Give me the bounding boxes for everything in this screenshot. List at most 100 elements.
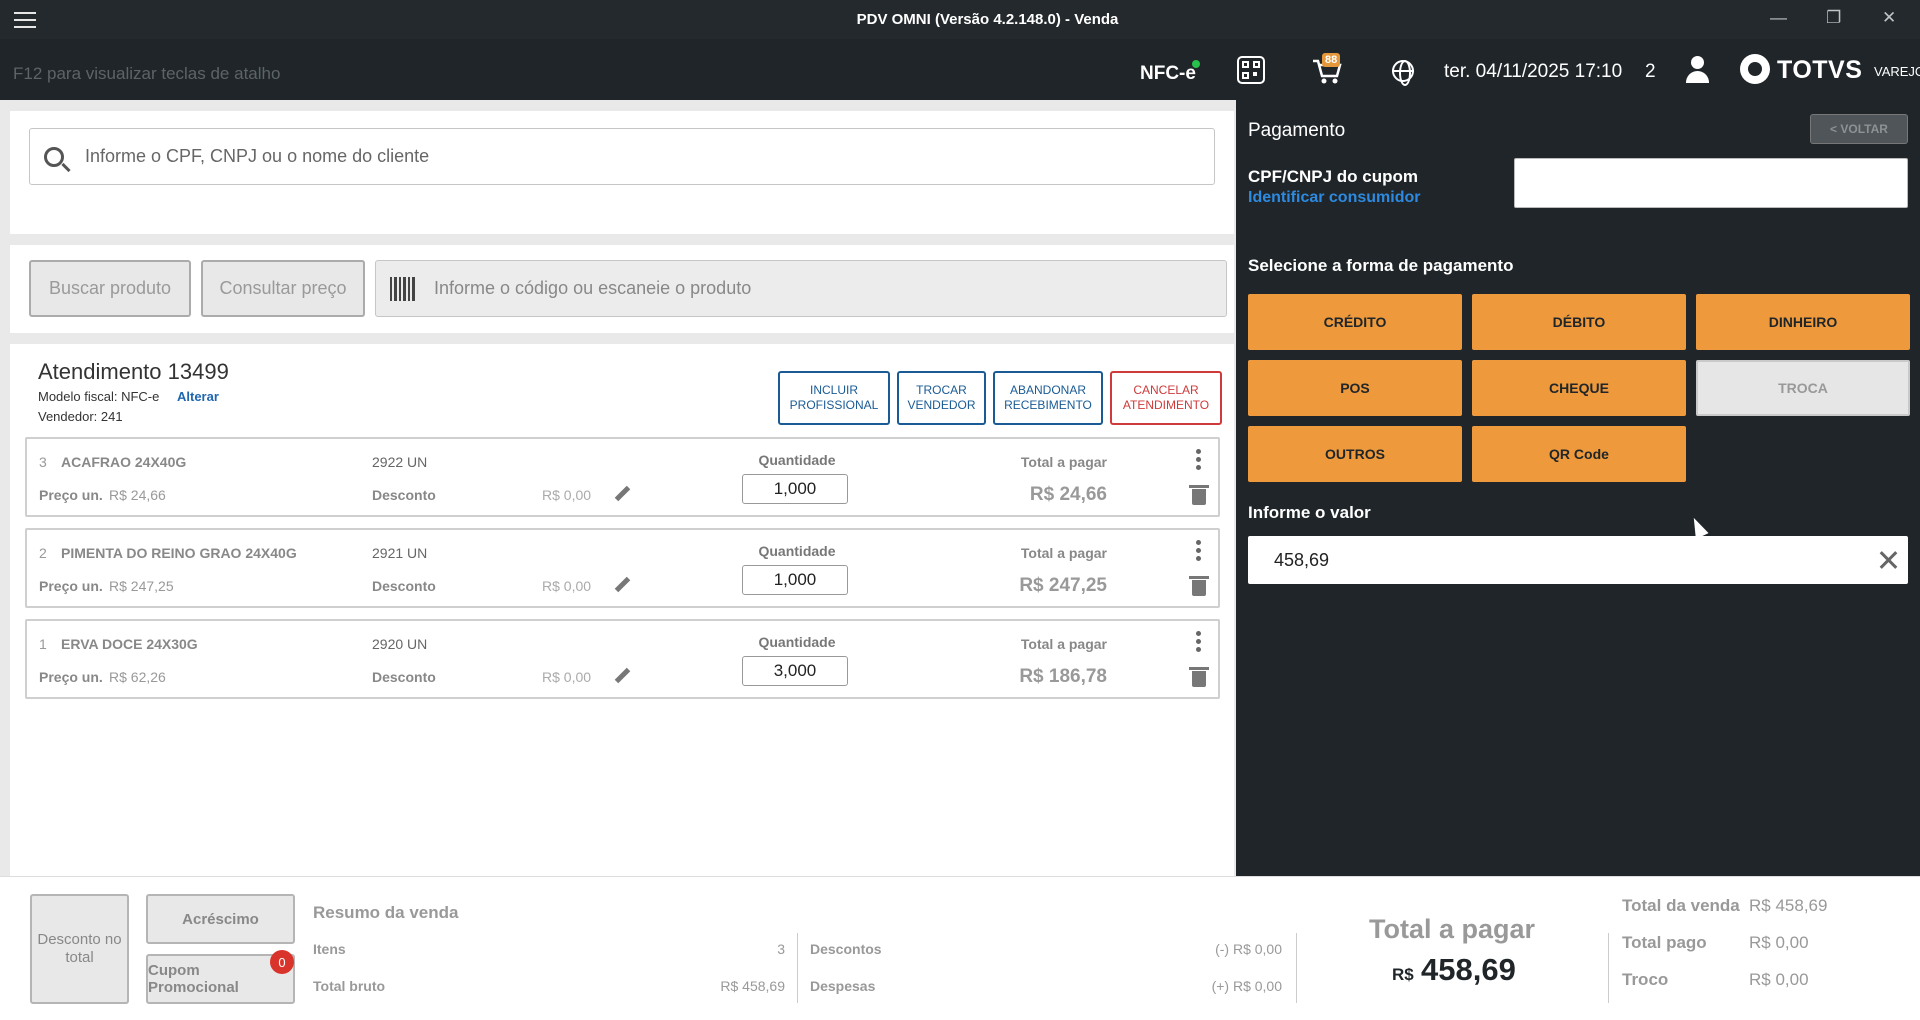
- quantity-label: Quantidade: [758, 543, 836, 559]
- restore-icon[interactable]: ❐: [1826, 8, 1841, 28]
- barcode-input[interactable]: [434, 261, 1214, 316]
- item-row[interactable]: 1 ERVA DOCE 24X30G 2920 UN Preço un. R$ …: [25, 619, 1220, 699]
- discount-value: R$ 0,00: [542, 487, 592, 503]
- sale-summary-bar: Desconto no total Acréscimo Cupom Promoc…: [0, 876, 1920, 1020]
- value-input[interactable]: [1274, 536, 1834, 584]
- more-options-icon[interactable]: [1196, 540, 1202, 562]
- itens-value: 3: [777, 941, 785, 957]
- trash-icon[interactable]: [1189, 485, 1209, 505]
- total-pagar-currency: R$: [1392, 965, 1414, 984]
- total-pagar-label: Total a pagar: [1368, 914, 1536, 944]
- clear-icon[interactable]: [1878, 550, 1898, 570]
- item-total-label: Total a pagar: [1020, 636, 1107, 652]
- fiscal-model: Modelo fiscal: NFC-e: [38, 389, 160, 404]
- despesas-value: (+) R$ 0,00: [1211, 978, 1282, 994]
- trash-icon[interactable]: [1189, 576, 1209, 596]
- more-options-icon[interactable]: [1196, 449, 1202, 471]
- pay-troca-button[interactable]: TROCA: [1696, 360, 1910, 416]
- discount-label: Desconto: [372, 669, 436, 685]
- pay-outros-button[interactable]: OUTROS: [1248, 426, 1462, 482]
- total-venda-value: R$ 458,69: [1749, 896, 1828, 915]
- total-bruto-label: Total bruto: [313, 978, 386, 994]
- consultar-preco-button[interactable]: Consultar preço: [201, 260, 365, 317]
- pay-qr-code-button[interactable]: QR Code: [1472, 426, 1686, 482]
- edit-discount-pencil-icon[interactable]: [614, 577, 630, 593]
- item-code: 2922 UN: [372, 454, 428, 470]
- identificar-consumidor-link[interactable]: Identificar consumidor: [1248, 189, 1420, 207]
- barcode-field[interactable]: [375, 260, 1227, 317]
- item-name: PIMENTA DO REINO GRAO 24X40G: [61, 545, 297, 561]
- quantity-label: Quantidade: [758, 634, 836, 650]
- alterar-link[interactable]: Alterar: [177, 389, 219, 404]
- client-search-input[interactable]: [85, 129, 1205, 184]
- user-icon[interactable]: [1685, 56, 1711, 84]
- item-total-label: Total a pagar: [1020, 454, 1107, 470]
- summary-title: Resumo da venda: [313, 903, 459, 922]
- edit-discount-pencil-icon[interactable]: [614, 668, 630, 684]
- item-total: R$ 186,78: [1019, 666, 1107, 687]
- troco-value: R$ 0,00: [1749, 970, 1809, 989]
- quantity-input[interactable]: [742, 474, 848, 504]
- brand-suffix: VAREJO: [1874, 64, 1920, 79]
- unit-price-label: Preço un.: [39, 669, 103, 685]
- item-total: R$ 24,66: [1029, 484, 1107, 505]
- close-icon[interactable]: ✕: [1882, 8, 1896, 28]
- trash-icon[interactable]: [1189, 667, 1209, 687]
- pay-dinheiro-button[interactable]: DINHEIRO: [1696, 294, 1910, 350]
- more-options-icon[interactable]: [1196, 631, 1202, 653]
- user-count: 2: [1645, 61, 1656, 82]
- pay-credito-button[interactable]: CRÉDITO: [1248, 294, 1462, 350]
- select-payment-label: Selecione a forma de pagamento: [1248, 256, 1514, 275]
- item-seq: 2: [39, 545, 47, 561]
- cpf-label: CPF/CNPJ do cupom: [1248, 167, 1419, 186]
- total-pago-value: R$ 0,00: [1749, 933, 1809, 952]
- totvs-logo-icon: [1740, 54, 1770, 84]
- discount-label: Desconto: [372, 578, 436, 594]
- value-label: Informe o valor: [1248, 503, 1371, 522]
- item-seq: 1: [39, 636, 47, 652]
- summary-divider: [1296, 933, 1297, 1003]
- window-title: PDV OMNI (Versão 4.2.148.0) - Venda: [856, 11, 1119, 28]
- acrescimo-button[interactable]: Acréscimo: [146, 894, 295, 944]
- globe-icon[interactable]: [1392, 60, 1414, 86]
- item-row[interactable]: 3 ACAFRAO 24X40G 2922 UN Preço un. R$ 24…: [25, 437, 1220, 517]
- value-field[interactable]: [1248, 536, 1908, 584]
- total-pago-label: Total pago: [1622, 933, 1707, 952]
- cupom-count-badge: 0: [270, 950, 294, 974]
- trocar-vendedor-button[interactable]: TROCAR VENDEDOR: [897, 371, 986, 425]
- total-bruto-value: R$ 458,69: [720, 978, 785, 994]
- itens-label: Itens: [313, 941, 346, 957]
- quantity-input[interactable]: [742, 565, 848, 595]
- top-header: F12 para visualizar teclas de atalho NFC…: [0, 39, 1920, 100]
- troco-label: Troco: [1622, 970, 1669, 989]
- qr-code-icon[interactable]: [1237, 56, 1265, 84]
- edit-discount-pencil-icon[interactable]: [614, 486, 630, 502]
- buscar-produto-button[interactable]: Buscar produto: [29, 260, 191, 317]
- total-venda-label: Total da venda: [1622, 896, 1740, 915]
- status-online-dot: [1192, 60, 1200, 68]
- client-search-field[interactable]: [29, 128, 1215, 185]
- cart-count-badge: 88: [1322, 53, 1341, 67]
- pay-cheque-button[interactable]: CHEQUE: [1472, 360, 1686, 416]
- minimize-icon[interactable]: —: [1770, 8, 1787, 28]
- discount-value: R$ 0,00: [542, 578, 592, 594]
- cpf-input[interactable]: [1514, 158, 1908, 208]
- incluir-profissional-button[interactable]: INCLUIR PROFISSIONAL: [778, 371, 890, 425]
- brand-name: TOTVS: [1777, 56, 1863, 84]
- desconto-no-total-button[interactable]: Desconto no total: [30, 894, 129, 1004]
- quantity-input[interactable]: [742, 656, 848, 686]
- nfce-indicator: NFC-e: [1140, 63, 1196, 84]
- cancelar-atendimento-button[interactable]: CANCELAR ATENDIMENTO: [1110, 371, 1222, 425]
- search-icon: [44, 147, 64, 167]
- product-panel: Buscar produto Consultar preço: [10, 245, 1234, 333]
- item-row[interactable]: 2 PIMENTA DO REINO GRAO 24X40G 2921 UN P…: [25, 528, 1220, 608]
- pay-pos-button[interactable]: POS: [1248, 360, 1462, 416]
- item-name: ERVA DOCE 24X30G: [61, 636, 198, 652]
- voltar-button[interactable]: < VOLTAR: [1810, 114, 1908, 144]
- item-total-label: Total a pagar: [1020, 545, 1107, 561]
- pay-debito-button[interactable]: DÉBITO: [1472, 294, 1686, 350]
- atendimento-title: Atendimento 13499: [38, 359, 229, 384]
- abandonar-recebimento-button[interactable]: ABANDONAR RECEBIMENTO: [993, 371, 1103, 425]
- despesas-label: Despesas: [810, 978, 876, 994]
- unit-price: R$ 62,26: [109, 669, 166, 685]
